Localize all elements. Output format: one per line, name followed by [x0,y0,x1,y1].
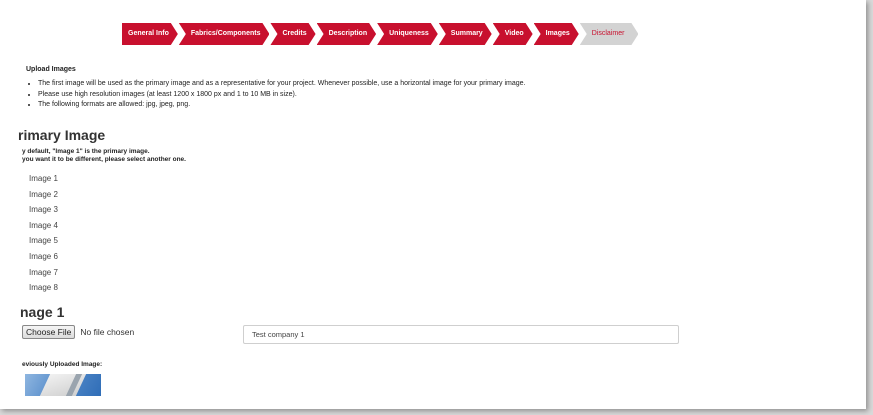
previously-uploaded-label: eviously Uploaded Image: [22,361,103,368]
step-video[interactable]: Video [493,23,533,45]
upload-instructions: The first image will be used as the prim… [26,79,526,111]
file-upload-row: Choose File No file chosen [22,325,134,339]
choose-file-button[interactable]: Choose File [22,325,76,339]
instruction-item: The first image will be used as the prim… [38,79,526,90]
primary-image-note: y default, "Image 1" is the primary imag… [22,148,186,164]
uploaded-image-thumbnail [25,374,101,396]
upload-images-title: Upload Images [26,66,76,73]
image-option-6[interactable]: Image 6 [29,249,58,265]
primary-image-heading: rimary Image [18,127,106,143]
page-sheet: General Info Fabrics/Components Credits … [0,0,866,409]
step-disclaimer[interactable]: Disclaimer [580,23,639,45]
step-description[interactable]: Description [317,23,377,45]
primary-image-options: Image 1 Image 2 Image 3 Image 4 Image 5 … [29,171,58,296]
note-line: you want it to be different, please sele… [22,156,186,163]
step-general-info[interactable]: General Info [122,23,178,45]
image-option-2[interactable]: Image 2 [29,187,58,203]
instruction-item: The following formats are allowed: jpg, … [38,100,526,111]
image-option-8[interactable]: Image 8 [29,280,58,296]
note-line: y default, "Image 1" is the primary imag… [22,148,150,155]
image-option-5[interactable]: Image 5 [29,233,58,249]
step-fabrics-components[interactable]: Fabrics/Components [179,23,270,45]
file-status: No file chosen [80,327,135,337]
step-wizard: General Info Fabrics/Components Credits … [122,23,639,45]
step-credits[interactable]: Credits [270,23,315,45]
instruction-item: Please use high resolution images (at le… [38,90,526,101]
image-option-4[interactable]: Image 4 [29,218,58,234]
step-uniqueness[interactable]: Uniqueness [377,23,438,45]
image-caption-input[interactable]: Test company 1 [243,325,679,344]
step-images[interactable]: Images [534,23,579,45]
image-option-7[interactable]: Image 7 [29,265,58,281]
image-option-3[interactable]: Image 3 [29,202,58,218]
image-option-1[interactable]: Image 1 [29,171,58,187]
image-1-heading: nage 1 [20,304,65,320]
step-summary[interactable]: Summary [439,23,492,45]
